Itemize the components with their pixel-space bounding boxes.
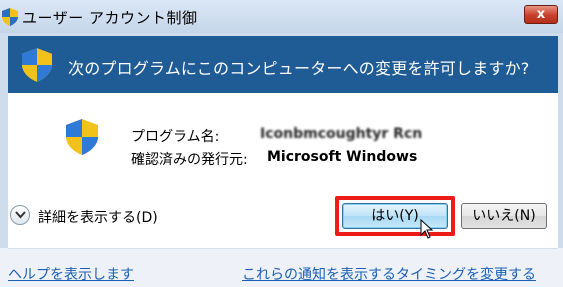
dialog-footer: ヘルプを表示します これらの通知を表示するタイミングを変更する (0, 248, 563, 287)
no-button[interactable]: いいえ(N) (461, 203, 547, 229)
publisher-label: 確認済みの発行元: (131, 152, 248, 168)
shield-icon (2, 8, 18, 26)
prompt-banner: 次のプログラムにこのコンピューターへの変更を許可しますか? (8, 36, 558, 93)
uac-dialog: ユーザー アカウント制御 x 次のプログラムにこのコンピューターへの変更を許可し… (0, 0, 563, 287)
chevron-down-icon[interactable] (10, 205, 30, 225)
program-name-value: Iconbmcoughtyr Rcn (260, 126, 423, 142)
shield-icon (66, 118, 98, 156)
help-link[interactable]: ヘルプを表示します (8, 264, 134, 284)
program-name-label: プログラム名: (131, 129, 220, 145)
close-button[interactable]: x (524, 5, 558, 24)
prompt-message: 次のプログラムにこのコンピューターへの変更を許可しますか? (68, 59, 530, 78)
footer-divider (8, 248, 558, 249)
show-details-label[interactable]: 詳細を表示する(D) (38, 207, 158, 227)
dialog-content: プログラム名: Iconbmcoughtyr Rcn 確認済みの発行元: Mic… (8, 93, 558, 248)
mouse-cursor-icon (420, 218, 434, 243)
shield-icon (22, 48, 52, 82)
notification-settings-link[interactable]: これらの通知を表示するタイミングを変更する (242, 264, 536, 284)
publisher-value: Microsoft Windows (267, 149, 418, 165)
title-bar: ユーザー アカウント制御 x (0, 0, 563, 33)
window-title: ユーザー アカウント制御 (22, 9, 198, 27)
